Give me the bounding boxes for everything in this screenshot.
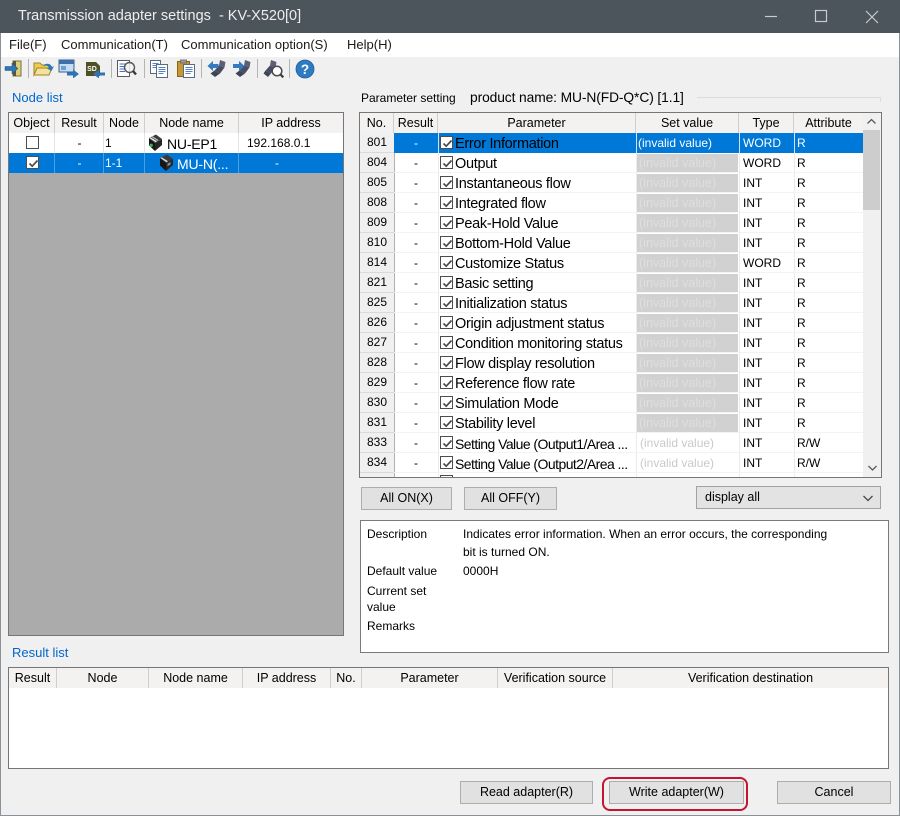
svg-text:?: ? bbox=[301, 62, 309, 77]
svg-text:SD: SD bbox=[87, 66, 97, 73]
